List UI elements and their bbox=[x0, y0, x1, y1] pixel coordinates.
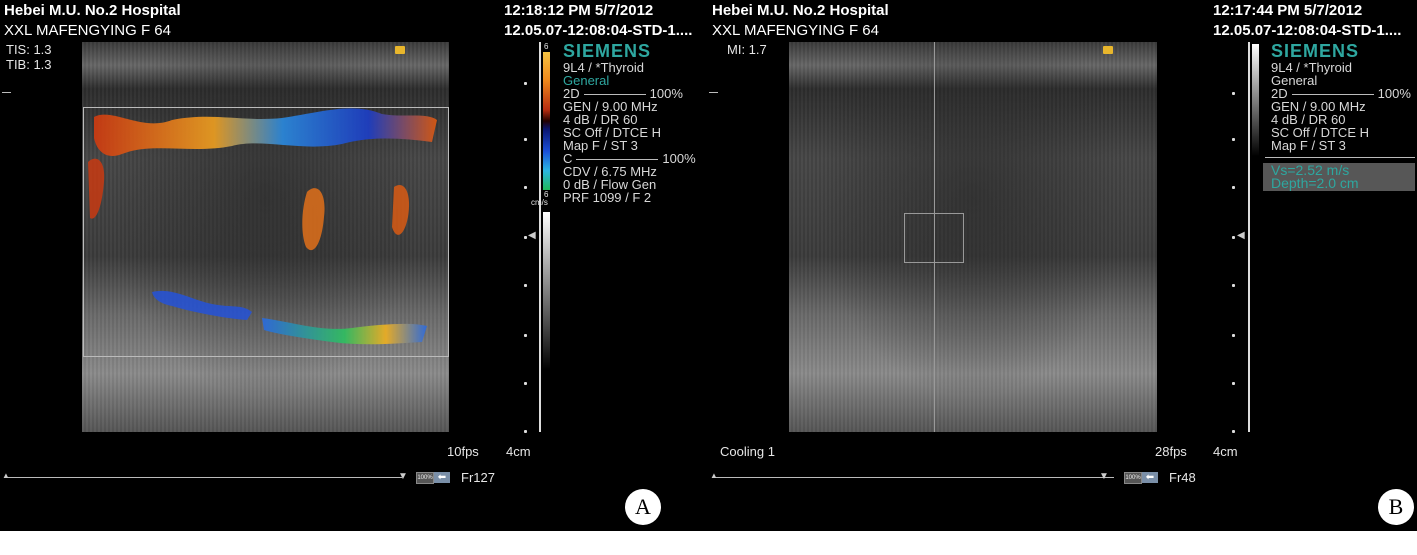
imaging-parameters: 9L4 / *Thyroid General 2D 100% GEN / 9.00… bbox=[563, 61, 696, 204]
mi-readout: MI: 1.7 bbox=[727, 42, 767, 57]
focus-pointer-icon: ◀ bbox=[1237, 230, 1245, 241]
study-id: 12.05.07-12:08:04-STD-1.... bbox=[1213, 22, 1402, 39]
frame-number: Fr127 bbox=[461, 470, 495, 485]
ultrasound-panel-a: Hebei M.U. No.2 Hospital 12:18:12 PM 5/7… bbox=[0, 0, 708, 531]
mode-c-percent: 100% bbox=[662, 151, 696, 166]
depth-tick bbox=[1232, 430, 1235, 433]
focus-marker bbox=[709, 92, 718, 93]
depth-tick bbox=[1232, 334, 1235, 337]
brand-logo: SIEMENS bbox=[1271, 41, 1360, 61]
color-velocity-bar bbox=[543, 52, 550, 190]
depth-tick bbox=[524, 82, 527, 85]
brand-logo: SIEMENS bbox=[563, 41, 652, 61]
sample-gate-box[interactable] bbox=[904, 213, 964, 263]
depth-readout: 4cm bbox=[506, 444, 531, 459]
depth-tick bbox=[524, 186, 527, 189]
hospital-name: Hebei M.U. No.2 Hospital bbox=[712, 2, 889, 19]
panel-label-a: A bbox=[625, 489, 661, 525]
depth-tick bbox=[1232, 92, 1235, 95]
orientation-marker-icon bbox=[395, 46, 405, 54]
depth-scale bbox=[1248, 42, 1250, 432]
depth-tick bbox=[524, 138, 527, 141]
depth-tick bbox=[1232, 186, 1235, 189]
velocity-scale-top: 6 bbox=[544, 42, 549, 51]
depth-tick bbox=[524, 382, 527, 385]
cine-scrollbar[interactable] bbox=[4, 477, 402, 478]
grayscale-bar bbox=[543, 212, 550, 370]
bottom-margin bbox=[0, 531, 1417, 555]
depth-tick bbox=[1232, 382, 1235, 385]
panel-label-b: B bbox=[1378, 489, 1414, 525]
depth-scale bbox=[539, 42, 541, 432]
focus-pointer-icon: ◀ bbox=[528, 230, 536, 241]
ultrasound-image bbox=[789, 42, 1157, 432]
mode-divider bbox=[1291, 94, 1374, 96]
zoom-badge: 100% bbox=[1124, 472, 1142, 484]
mode-divider bbox=[583, 94, 646, 96]
depth-readout: 4cm bbox=[1213, 444, 1238, 459]
grayscale-bar bbox=[1252, 44, 1259, 156]
cine-position-icon: ▼ bbox=[398, 471, 408, 482]
ultrasound-image bbox=[82, 42, 449, 432]
frame-number: Fr48 bbox=[1169, 470, 1196, 485]
orientation-marker-icon bbox=[1103, 46, 1113, 54]
cine-position-icon: ▼ bbox=[1099, 471, 1109, 482]
frame-rate: 10fps bbox=[447, 444, 479, 459]
color-box-roi bbox=[83, 107, 449, 357]
velocity-scale-unit: cm/s bbox=[531, 198, 548, 207]
velocity-divider bbox=[1265, 157, 1415, 158]
depth-tick bbox=[1232, 138, 1235, 141]
mode-2d-percent: 100% bbox=[1377, 86, 1411, 101]
cine-start-icon: ▲ bbox=[2, 471, 10, 480]
acquisition-datetime: 12:18:12 PM 5/7/2012 bbox=[504, 2, 654, 19]
depth-tick bbox=[524, 236, 527, 239]
tib-readout: TIB: 1.3 bbox=[6, 57, 52, 72]
map-label: Map F / ST 3 bbox=[1271, 138, 1346, 153]
velocity-depth: Depth=2.0 cm bbox=[1271, 175, 1359, 191]
depth-tick bbox=[524, 334, 527, 337]
tis-readout: TIS: 1.3 bbox=[6, 42, 52, 57]
patient-info: XXL MAFENGYING F 64 bbox=[4, 22, 171, 39]
cine-scrollbar[interactable] bbox=[712, 477, 1114, 478]
zoom-badge: 100% bbox=[416, 472, 434, 484]
left-arrow-icon[interactable]: ⬅ bbox=[1142, 472, 1158, 483]
depth-tick bbox=[1232, 284, 1235, 287]
frame-rate: 28fps bbox=[1155, 444, 1187, 459]
prf-label: PRF 1099 / F 2 bbox=[563, 190, 652, 205]
focus-marker bbox=[2, 92, 11, 93]
shear-wave-velocity-box: Vs=2.52 m/s Depth=2.0 cm bbox=[1263, 163, 1415, 191]
study-id: 12.05.07-12:08:04-STD-1.... bbox=[504, 22, 693, 39]
acquisition-datetime: 12:17:44 PM 5/7/2012 bbox=[1213, 2, 1363, 19]
mode-divider bbox=[576, 159, 659, 161]
depth-tick bbox=[1232, 236, 1235, 239]
cine-start-icon: ▲ bbox=[710, 471, 718, 480]
depth-tick bbox=[524, 430, 527, 433]
imaging-parameters: 9L4 / *Thyroid General 2D 100% GEN / 9.00… bbox=[1271, 61, 1411, 152]
ultrasound-panel-b: Hebei M.U. No.2 Hospital 12:17:44 PM 5/7… bbox=[709, 0, 1417, 531]
left-arrow-icon[interactable]: ⬅ bbox=[434, 472, 450, 483]
depth-tick bbox=[524, 284, 527, 287]
hospital-name: Hebei M.U. No.2 Hospital bbox=[4, 2, 181, 19]
patient-info: XXL MAFENGYING F 64 bbox=[712, 22, 879, 39]
cooling-status: Cooling 1 bbox=[720, 444, 775, 459]
